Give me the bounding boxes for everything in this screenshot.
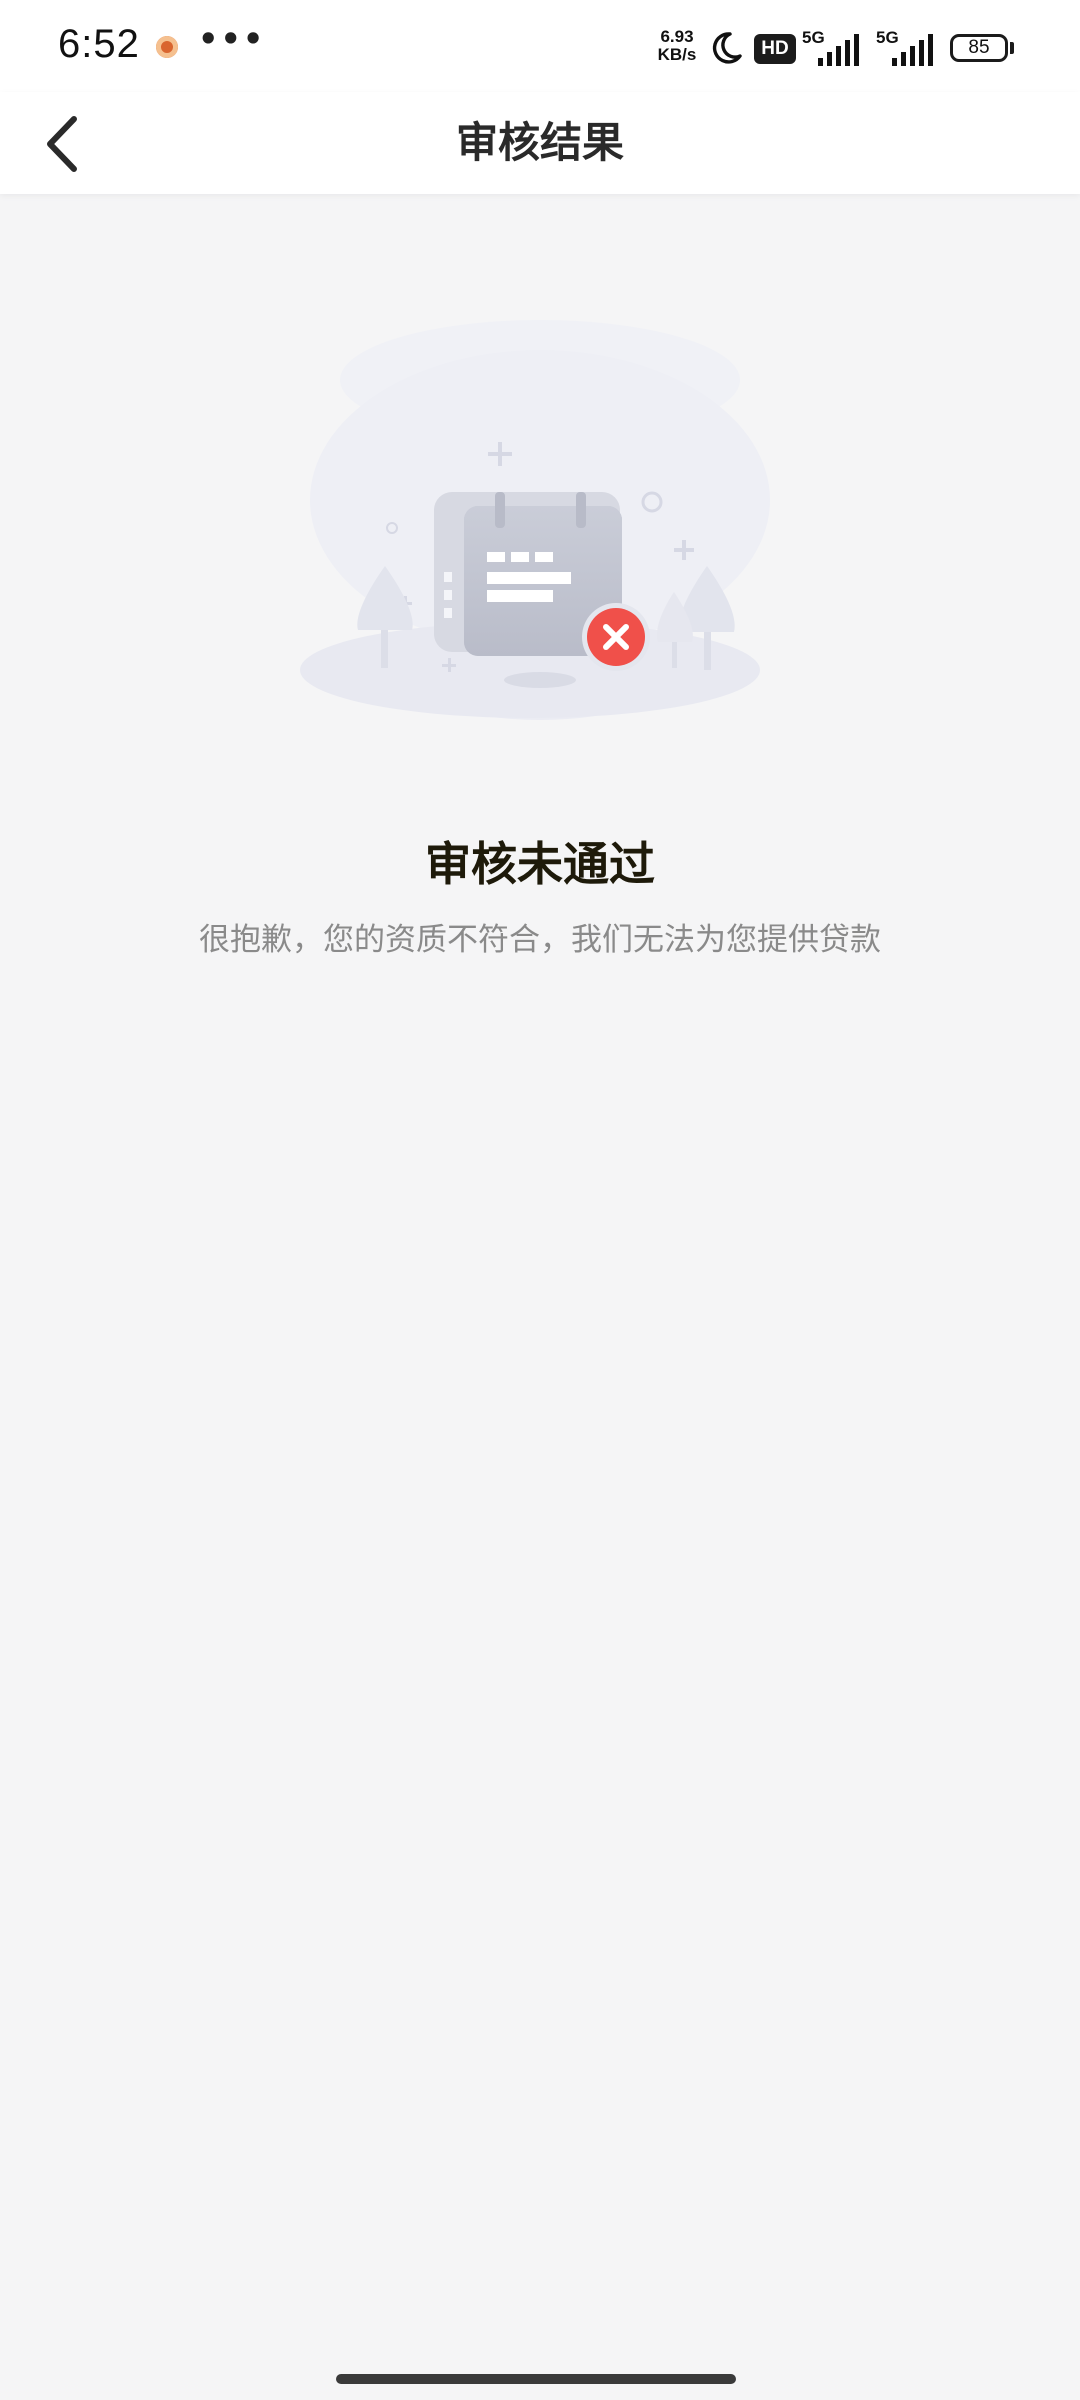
more-notifications-icon: ••• (198, 20, 266, 58)
network-speed: 6.93 KB/s (650, 28, 704, 64)
battery-tip (1010, 42, 1014, 54)
error-x-icon (582, 603, 650, 671)
battery-icon: 85 (950, 34, 1008, 62)
back-button[interactable] (22, 104, 102, 184)
chevron-left-icon (47, 116, 77, 172)
screen: 6:52 ••• 6.93 KB/s HD 5G 5G 85 审核结果 审核未通… (0, 0, 1080, 2400)
home-indicator[interactable] (336, 2374, 736, 2384)
do-not-disturb-moon-icon (712, 32, 742, 64)
sim2-signal-icon (892, 34, 933, 66)
status-time: 6:52 (58, 22, 140, 66)
hd-voice-icon: HD (754, 34, 796, 64)
sim1-signal-icon (818, 34, 859, 66)
status-bar: 6:52 ••• 6.93 KB/s HD 5G 5G 85 (0, 0, 1080, 92)
nav-bar: 审核结果 (0, 92, 1080, 194)
page-title: 审核结果 (455, 118, 624, 167)
result-description: 很抱歉，您的资质不符合，我们无法为您提供贷款 (199, 922, 881, 958)
rejected-document-illustration (300, 320, 770, 720)
network-speed-value: 6.93 (660, 27, 694, 46)
network-speed-unit: KB/s (657, 45, 697, 64)
app-notification-icon (156, 36, 178, 58)
result-title: 审核未通过 (425, 837, 655, 891)
